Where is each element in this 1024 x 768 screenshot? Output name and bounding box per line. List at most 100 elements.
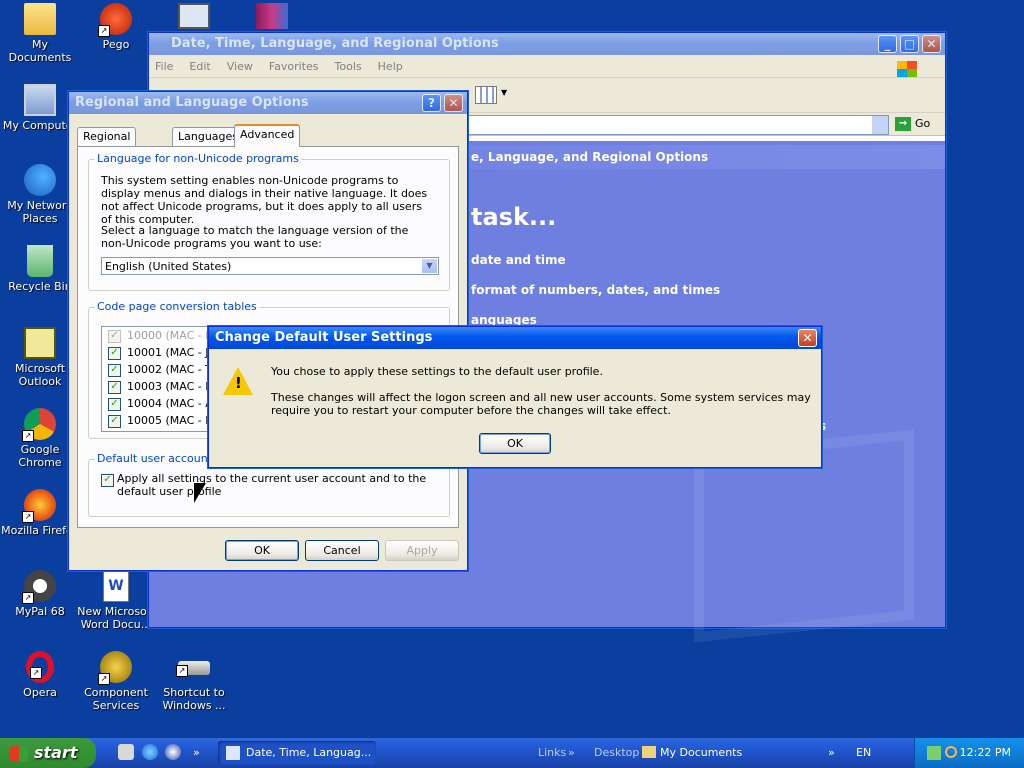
pego-icon: ↗: [98, 3, 132, 37]
apply-button[interactable]: Apply: [385, 540, 459, 561]
ok-button[interactable]: OK: [225, 540, 299, 561]
apply-default-user-label[interactable]: Apply all settings to the current user a…: [117, 472, 427, 498]
list-item[interactable]: ✓ 10001 (MAC - Ja: [102, 344, 212, 361]
menu-tools[interactable]: Tools: [335, 60, 362, 73]
recycle-bin-icon: [27, 245, 53, 277]
start-button[interactable]: start: [0, 738, 96, 768]
close-button[interactable]: ✕: [798, 329, 817, 347]
apply-default-user-checkbox[interactable]: ✓: [101, 474, 114, 487]
computer-icon: [24, 84, 56, 116]
ok-button[interactable]: OK: [479, 433, 551, 454]
address-field[interactable]: [461, 115, 889, 135]
desktop-icon-label: MyPal 68: [15, 605, 65, 618]
language-select[interactable]: English (United States) ▼: [101, 257, 439, 275]
desktop-icon-label: Microsoft Outlook: [14, 362, 66, 388]
chevron-right-icon[interactable]: »: [568, 738, 575, 768]
desktop-icon-my-documents[interactable]: My Documents: [0, 3, 80, 64]
go-button[interactable]: → Go: [895, 115, 937, 133]
pick-task-heading: task...: [471, 203, 557, 231]
close-button[interactable]: ✕: [444, 94, 463, 112]
desktop-icon-opera[interactable]: ↗ Opera: [0, 651, 80, 699]
clock[interactable]: 12:22 PM: [960, 738, 1011, 768]
checkbox[interactable]: ✓: [108, 363, 121, 377]
desktop-icon-label: Google Chrome: [18, 443, 62, 469]
menu-help[interactable]: Help: [378, 60, 403, 73]
regional-options-titlebar[interactable]: Regional and Language Options ? ✕: [69, 92, 467, 114]
menu-edit[interactable]: Edit: [189, 60, 210, 73]
list-item[interactable]: ✓ 10004 (MAC - Ar: [102, 395, 212, 412]
checkbox[interactable]: ✓: [108, 329, 121, 343]
list-item[interactable]: ✓ 10003 (MAC - Ko: [102, 378, 212, 395]
chevron-down-icon[interactable]: ▼: [422, 259, 437, 273]
desktop-icon-label: Pego: [102, 38, 130, 51]
checkbox[interactable]: ✓: [108, 397, 121, 411]
drive-icon: ↗: [176, 661, 210, 677]
language-selected-value: English (United States): [105, 260, 232, 273]
chevron-down-icon[interactable]: ▼: [501, 88, 507, 97]
mouse-cursor-icon: [194, 483, 206, 503]
list-item[interactable]: ✓ 10002 (MAC - Tra: [102, 361, 212, 378]
links-toolbar[interactable]: Links: [538, 738, 566, 768]
checkbox[interactable]: ✓: [108, 414, 121, 428]
my-documents-shortcut[interactable]: My Documents: [660, 738, 742, 768]
desktop-icon-label: Component Services: [84, 686, 148, 712]
desktop-toolbar[interactable]: Desktop: [594, 738, 639, 768]
cancel-button[interactable]: Cancel: [305, 540, 379, 561]
desktop-icon-winrar[interactable]: [232, 3, 312, 32]
search-tray-icon[interactable]: [945, 746, 957, 758]
desktop-icon-computer[interactable]: [154, 3, 234, 32]
chevron-right-icon[interactable]: »: [193, 738, 200, 768]
code-page-list[interactable]: ✓ 10000 (MAC - Ro ✓ 10001 (MAC - Ja ✓ 10002…: [101, 326, 213, 432]
desktop-icon-pego[interactable]: ↗ Pego: [76, 3, 156, 51]
system-tray: 12:22 PM: [914, 738, 1024, 768]
message-titlebar[interactable]: Change Default User Settings ✕: [209, 327, 821, 349]
window-title: Date, Time, Language, and Regional Optio…: [171, 36, 499, 51]
task-link-format[interactable]: format of numbers, dates, and times: [471, 283, 720, 297]
mypal-icon: ↗: [22, 570, 56, 604]
message-line-1: You chose to apply these settings to the…: [271, 365, 603, 378]
folder-icon: [24, 3, 56, 35]
desktop-icon-mypal[interactable]: ↗ MyPal 68: [0, 570, 80, 618]
close-button[interactable]: ✕: [922, 35, 941, 53]
network-tray-icon[interactable]: [927, 746, 941, 760]
list-item[interactable]: ✓ 10000 (MAC - Ro: [102, 327, 212, 344]
desktop-icon-word-doc[interactable]: W New Microsoft Word Docu...: [76, 570, 156, 631]
chevron-right-icon[interactable]: »: [828, 738, 835, 768]
list-item[interactable]: ✓ 10005 (MAC - He: [102, 412, 212, 429]
taskbar-item-control-panel[interactable]: Date, Time, Languag...: [218, 741, 376, 765]
desktop-icon-windows-shortcut[interactable]: ↗ Shortcut to Windows ...: [154, 651, 234, 712]
network-icon: [24, 164, 56, 196]
address-dropdown[interactable]: [872, 116, 888, 134]
control-panel-icon: [226, 746, 240, 760]
desktop-icon-component-services[interactable]: ↗ Component Services: [76, 651, 156, 712]
language-indicator[interactable]: EN: [856, 738, 871, 768]
show-desktop-icon[interactable]: [118, 744, 134, 760]
non-unicode-group: Language for non-Unicode programs This s…: [88, 152, 450, 291]
window-title: Change Default User Settings: [215, 330, 433, 345]
checkbox[interactable]: ✓: [108, 380, 121, 394]
menu-view[interactable]: View: [227, 60, 253, 73]
menu-favorites[interactable]: Favorites: [269, 60, 319, 73]
views-icon[interactable]: [475, 86, 497, 104]
checkbox[interactable]: ✓: [108, 346, 121, 360]
non-unicode-description: This system setting enables non-Unicode …: [101, 174, 428, 226]
desktop-icon-label: Shortcut to Windows ...: [162, 686, 226, 712]
task-link-languages[interactable]: anguages: [471, 313, 537, 327]
task-link-date-time[interactable]: date and time: [471, 253, 566, 267]
group-legend: Language for non-Unicode programs: [95, 152, 301, 165]
control-panel-titlebar[interactable]: Date, Time, Language, and Regional Optio…: [149, 33, 945, 55]
opera-icon: ↗: [26, 651, 54, 683]
chrome-icon: ↗: [22, 408, 56, 442]
maximize-button[interactable]: □: [900, 35, 919, 53]
tab-advanced[interactable]: Advanced: [234, 124, 301, 147]
internet-explorer-icon[interactable]: [142, 744, 158, 760]
word-document-icon: W: [103, 570, 129, 602]
tab-regional-options[interactable]: Regional Options: [77, 127, 137, 161]
minimize-button[interactable]: _: [878, 35, 897, 53]
help-button[interactable]: ?: [422, 94, 441, 112]
windows-logo-icon: [897, 61, 917, 77]
media-player-icon[interactable]: [165, 744, 181, 760]
window-title: Regional and Language Options: [75, 95, 309, 110]
menu-file[interactable]: File: [155, 60, 173, 73]
taskbar: start » Date, Time, Languag... Links » D…: [0, 738, 1024, 768]
